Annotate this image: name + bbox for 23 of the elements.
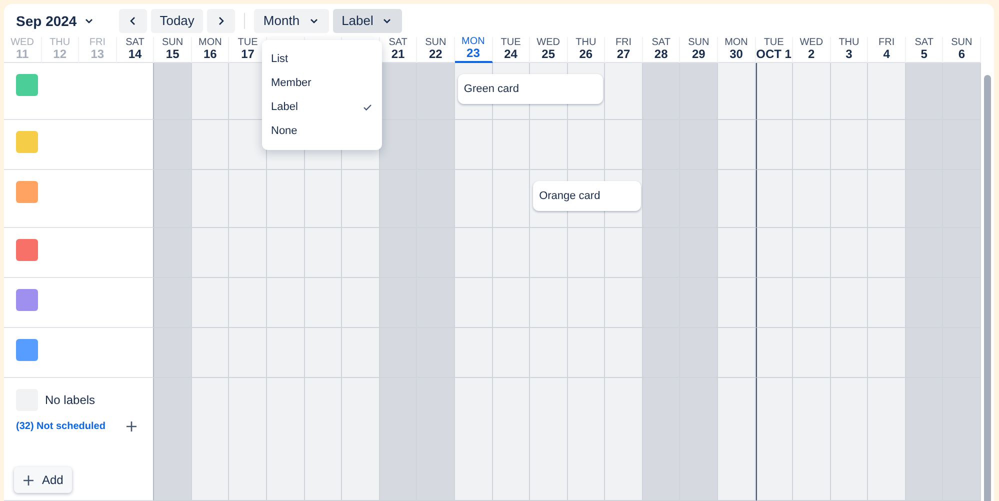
calendar-card[interactable]: Orange card xyxy=(533,181,641,211)
plus-icon xyxy=(23,474,34,486)
calendar-card[interactable]: Green card xyxy=(458,74,604,104)
previous-button[interactable] xyxy=(118,8,147,32)
chevron-right-icon xyxy=(216,16,226,26)
scrollbar-thumb[interactable] xyxy=(984,75,991,501)
add-button[interactable]: Add xyxy=(14,467,72,493)
plus-icon xyxy=(126,421,138,432)
not-scheduled-link[interactable]: (32) Not scheduled xyxy=(16,421,106,432)
lane-name: No labels xyxy=(45,393,96,407)
group-by-dropdown[interactable]: Label xyxy=(332,8,402,32)
day-header: WED 11 xyxy=(4,37,42,63)
menu-item[interactable]: None xyxy=(262,119,382,143)
menu-item[interactable]: Label xyxy=(262,95,382,119)
view-dropdown[interactable]: Month xyxy=(254,8,329,32)
chevron-left-icon xyxy=(128,16,138,26)
day-header: SAT 14 xyxy=(116,37,154,63)
day-header: THU 12 xyxy=(42,37,80,63)
menu-item[interactable]: Member xyxy=(262,71,382,95)
today-button[interactable]: Today xyxy=(150,8,204,32)
day-header: FRI 13 xyxy=(79,37,117,63)
month-picker[interactable]: Sep 2024 xyxy=(12,8,99,32)
next-button[interactable] xyxy=(207,8,236,32)
